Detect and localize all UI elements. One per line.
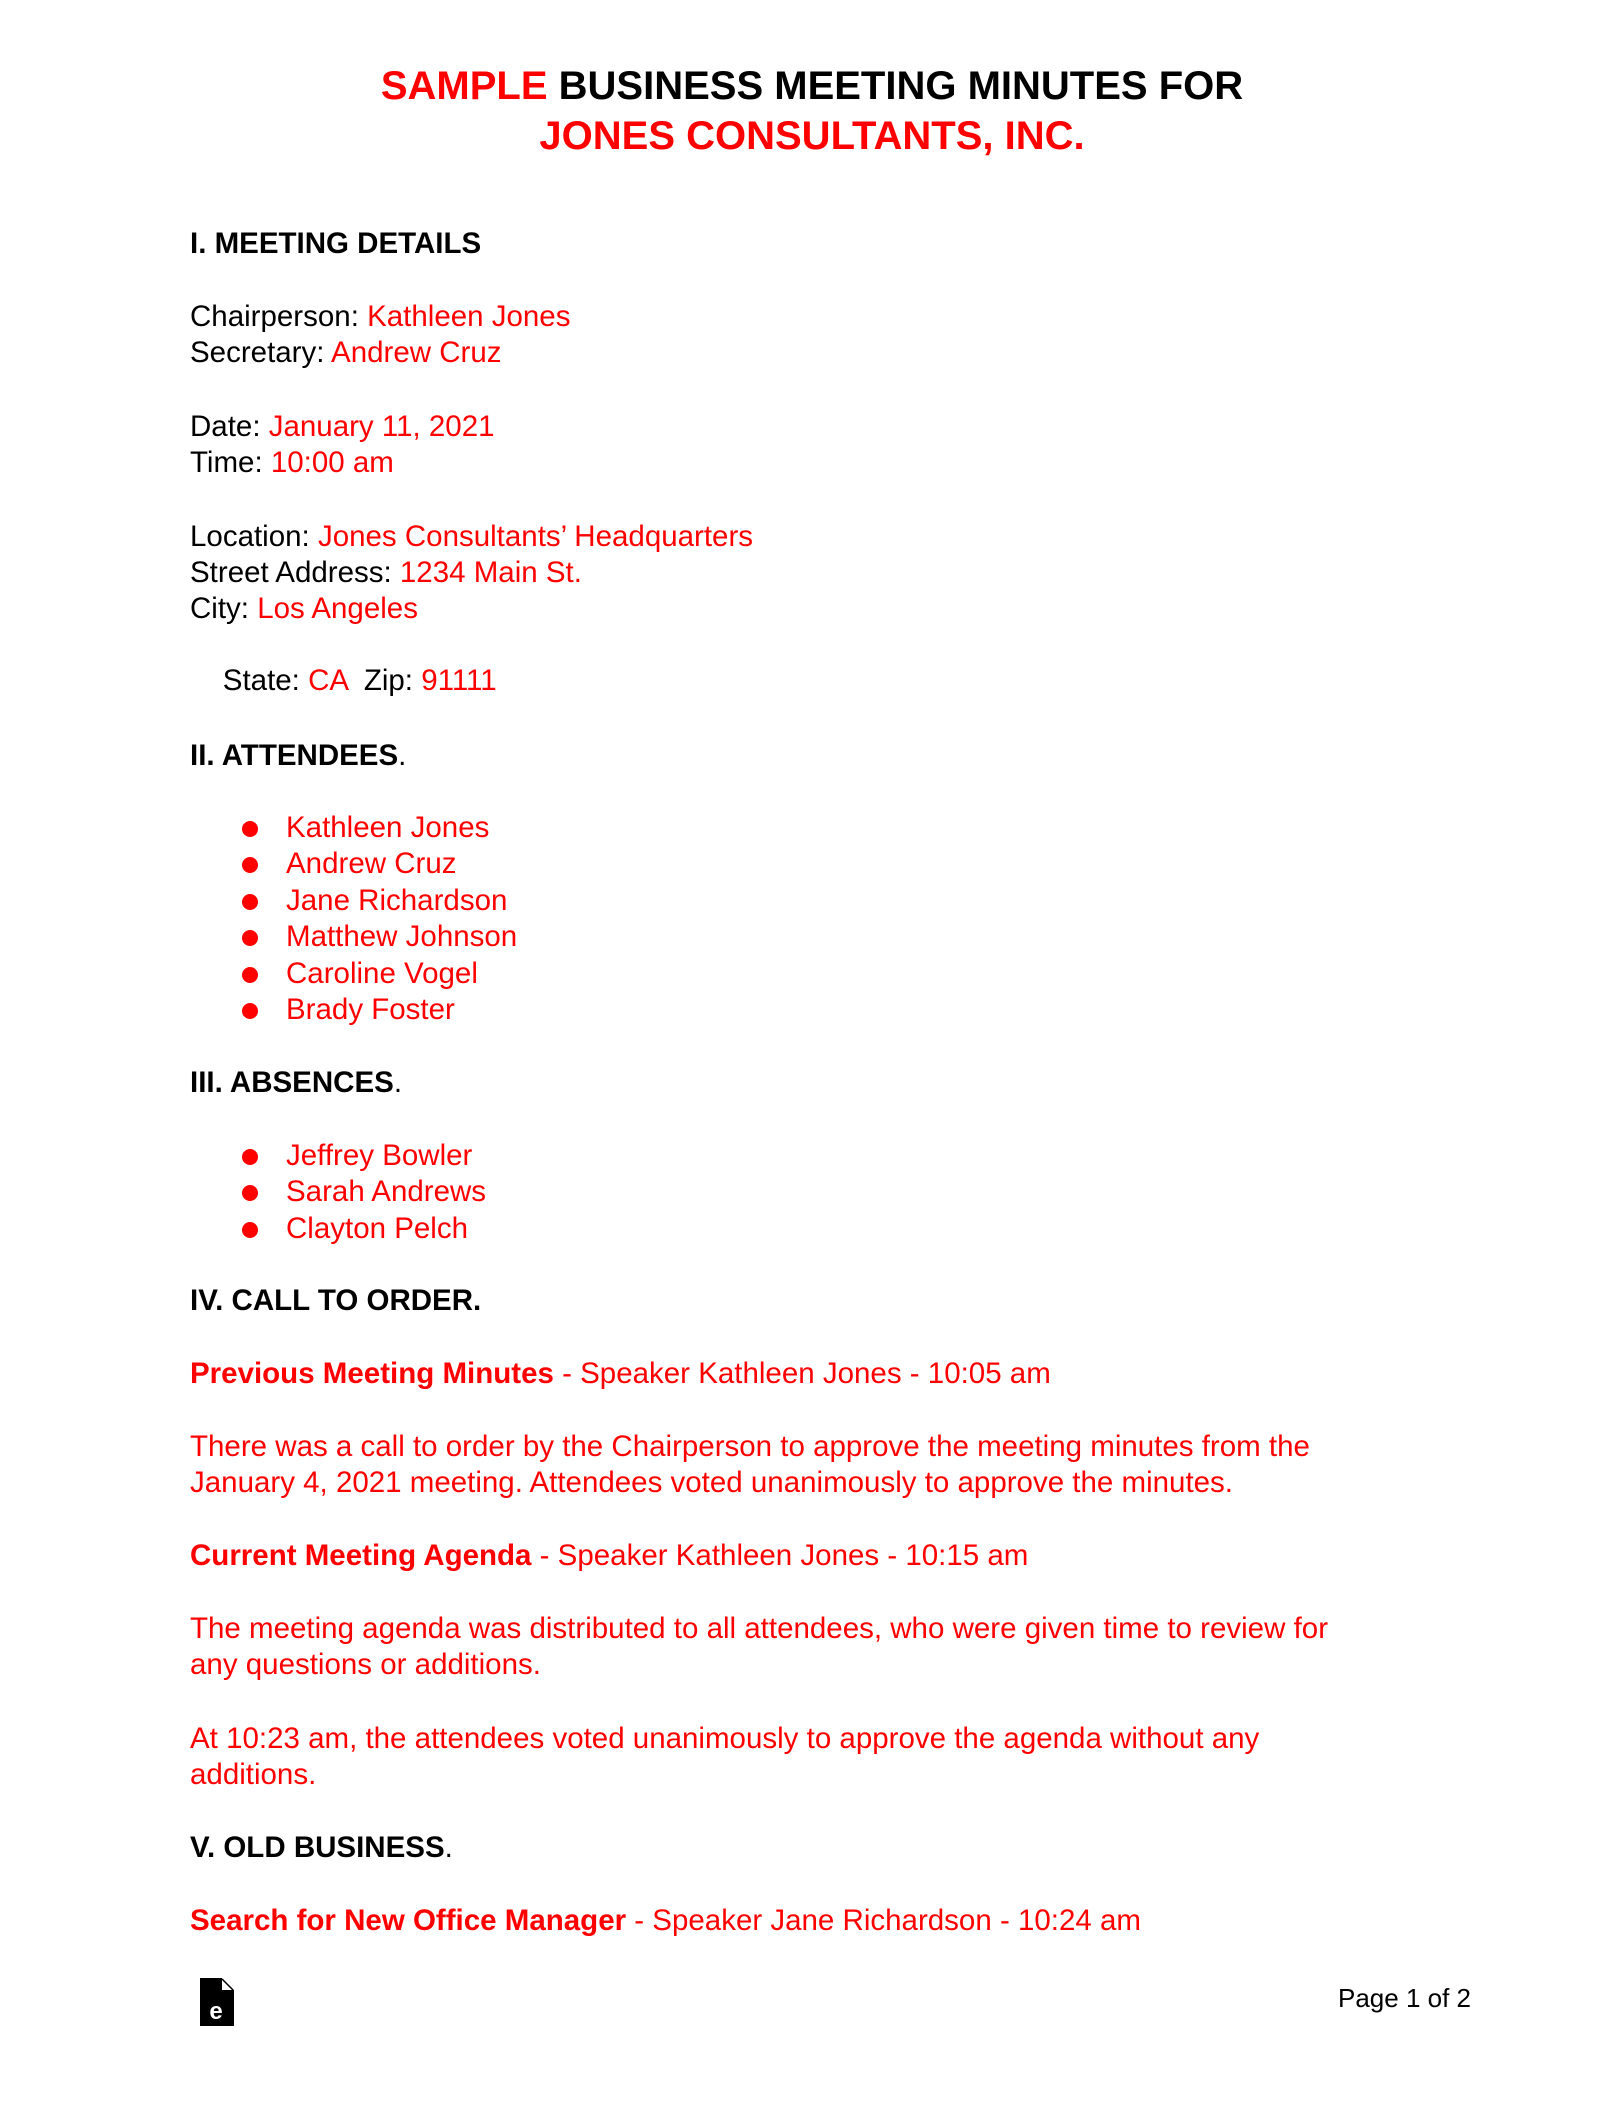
field-label: Chairperson: bbox=[190, 300, 368, 333]
topic-title: Search for New Office Manager bbox=[190, 1904, 627, 1937]
document-title-line1: SAMPLE BUSINESS MEETING MINUTES FOR bbox=[0, 62, 1624, 110]
attendee-name: Jane Richardson bbox=[286, 884, 508, 917]
topic-meta: - Speaker Jane Richardson - 10:24 am bbox=[626, 1904, 1141, 1937]
document-page: SAMPLE BUSINESS MEETING MINUTES FOR JONE… bbox=[0, 0, 1624, 2101]
field-label: Secretary: bbox=[190, 336, 332, 369]
document-title-line2: JONES CONSULTANTS, INC. bbox=[539, 114, 1085, 158]
section-heading-attendees: II. ATTENDEES. bbox=[190, 738, 406, 774]
page-number: Page 1 of 2 bbox=[1338, 1983, 1471, 2013]
field-value: Jones Consultants’ Headquarters bbox=[317, 520, 754, 553]
field-value: 1234 Main St. bbox=[399, 556, 582, 589]
attendee-name: Andrew Cruz bbox=[286, 847, 457, 880]
bullet-icon bbox=[242, 967, 258, 983]
field-value: 91111 bbox=[421, 664, 497, 697]
topic-meta: - Speaker Kathleen Jones - 10:15 am bbox=[531, 1539, 1029, 1572]
field-label: Time: bbox=[190, 446, 271, 479]
svg-text:e: e bbox=[209, 1998, 222, 2025]
absentee-name: Sarah Andrews bbox=[286, 1175, 487, 1208]
field-secretary: Secretary: Andrew Cruz bbox=[190, 335, 502, 371]
paragraph-line: January 4, 2021 meeting. Attendees voted… bbox=[190, 1466, 1234, 1499]
topic-previous-meeting-minutes: Previous Meeting Minutes - Speaker Kathl… bbox=[190, 1356, 1051, 1392]
field-label: Street Address: bbox=[190, 556, 400, 589]
field-value: Los Angeles bbox=[257, 592, 418, 625]
field-state-zip: State: CA Zip: 91111 bbox=[190, 627, 497, 735]
title-main-text: BUSINESS MEETING MINUTES FOR bbox=[547, 64, 1244, 108]
absentee-name: Clayton Pelch bbox=[286, 1212, 469, 1245]
field-location: Location: Jones Consultants’ Headquarter… bbox=[190, 519, 753, 555]
attendee-name: Brady Foster bbox=[286, 993, 455, 1026]
bullet-icon bbox=[242, 894, 258, 910]
paragraph-line: At 10:23 am, the attendees voted unanimo… bbox=[190, 1722, 1260, 1755]
paragraph-line: any questions or additions. bbox=[190, 1648, 541, 1681]
field-street-address: Street Address: 1234 Main St. bbox=[190, 555, 582, 591]
paragraph-line: The meeting agenda was distributed to al… bbox=[190, 1612, 1329, 1645]
heading-punct: . bbox=[393, 1066, 403, 1099]
document-e-icon: e bbox=[200, 1978, 234, 2026]
topic-title: Current Meeting Agenda bbox=[190, 1539, 532, 1572]
paragraph-line: additions. bbox=[190, 1758, 317, 1791]
field-value: Andrew Cruz bbox=[331, 336, 502, 369]
section-heading-old-business: V. OLD BUSINESS. bbox=[190, 1830, 453, 1866]
heading-text: V. OLD BUSINESS bbox=[190, 1831, 445, 1864]
heading-text: III. ABSENCES bbox=[190, 1066, 394, 1099]
bullet-icon bbox=[242, 857, 258, 873]
attendee-name: Kathleen Jones bbox=[286, 811, 490, 844]
bullet-icon bbox=[242, 930, 258, 946]
bullet-icon bbox=[242, 1149, 258, 1165]
paragraph-line: There was a call to order by the Chairpe… bbox=[190, 1430, 1310, 1463]
topic-title: Previous Meeting Minutes bbox=[190, 1357, 554, 1390]
heading-punct: . bbox=[398, 739, 407, 772]
attendee-name: Caroline Vogel bbox=[286, 957, 478, 990]
topic-current-meeting-agenda: Current Meeting Agenda - Speaker Kathlee… bbox=[190, 1538, 1028, 1574]
heading-punct: . bbox=[444, 1831, 453, 1864]
heading-text: II. ATTENDEES bbox=[190, 739, 399, 772]
field-label: Location: bbox=[190, 520, 318, 553]
field-label: Zip: bbox=[347, 664, 422, 697]
field-value: January 11, 2021 bbox=[268, 410, 495, 443]
title-sample-label: SAMPLE bbox=[380, 64, 548, 108]
bullet-icon bbox=[242, 1222, 258, 1238]
topic-meta: - Speaker Kathleen Jones - 10:05 am bbox=[553, 1357, 1051, 1390]
bullet-icon bbox=[242, 1003, 258, 1019]
attendee-name: Matthew Johnson bbox=[286, 920, 518, 953]
bullet-icon bbox=[242, 821, 258, 837]
bullet-icon bbox=[242, 1185, 258, 1201]
field-value: Kathleen Jones bbox=[367, 300, 571, 333]
absentee-name: Jeffrey Bowler bbox=[286, 1139, 473, 1172]
field-date: Date: January 11, 2021 bbox=[190, 409, 495, 445]
field-time: Time: 10:00 am bbox=[190, 445, 394, 481]
field-chairperson: Chairperson: Kathleen Jones bbox=[190, 299, 570, 335]
section-heading-call-to-order: IV. CALL TO ORDER. bbox=[190, 1284, 482, 1317]
field-label: Date: bbox=[190, 410, 269, 443]
topic-search-office-manager: Search for New Office Manager - Speaker … bbox=[190, 1903, 1141, 1939]
field-label: City: bbox=[190, 592, 258, 625]
field-label: State: bbox=[222, 664, 309, 697]
field-value: CA bbox=[308, 664, 348, 697]
section-heading-meeting-details: I. MEETING DETAILS bbox=[190, 227, 482, 260]
field-value: 10:00 am bbox=[270, 446, 394, 479]
section-heading-absences: III. ABSENCES. bbox=[190, 1065, 402, 1101]
field-city: City: Los Angeles bbox=[190, 591, 418, 627]
